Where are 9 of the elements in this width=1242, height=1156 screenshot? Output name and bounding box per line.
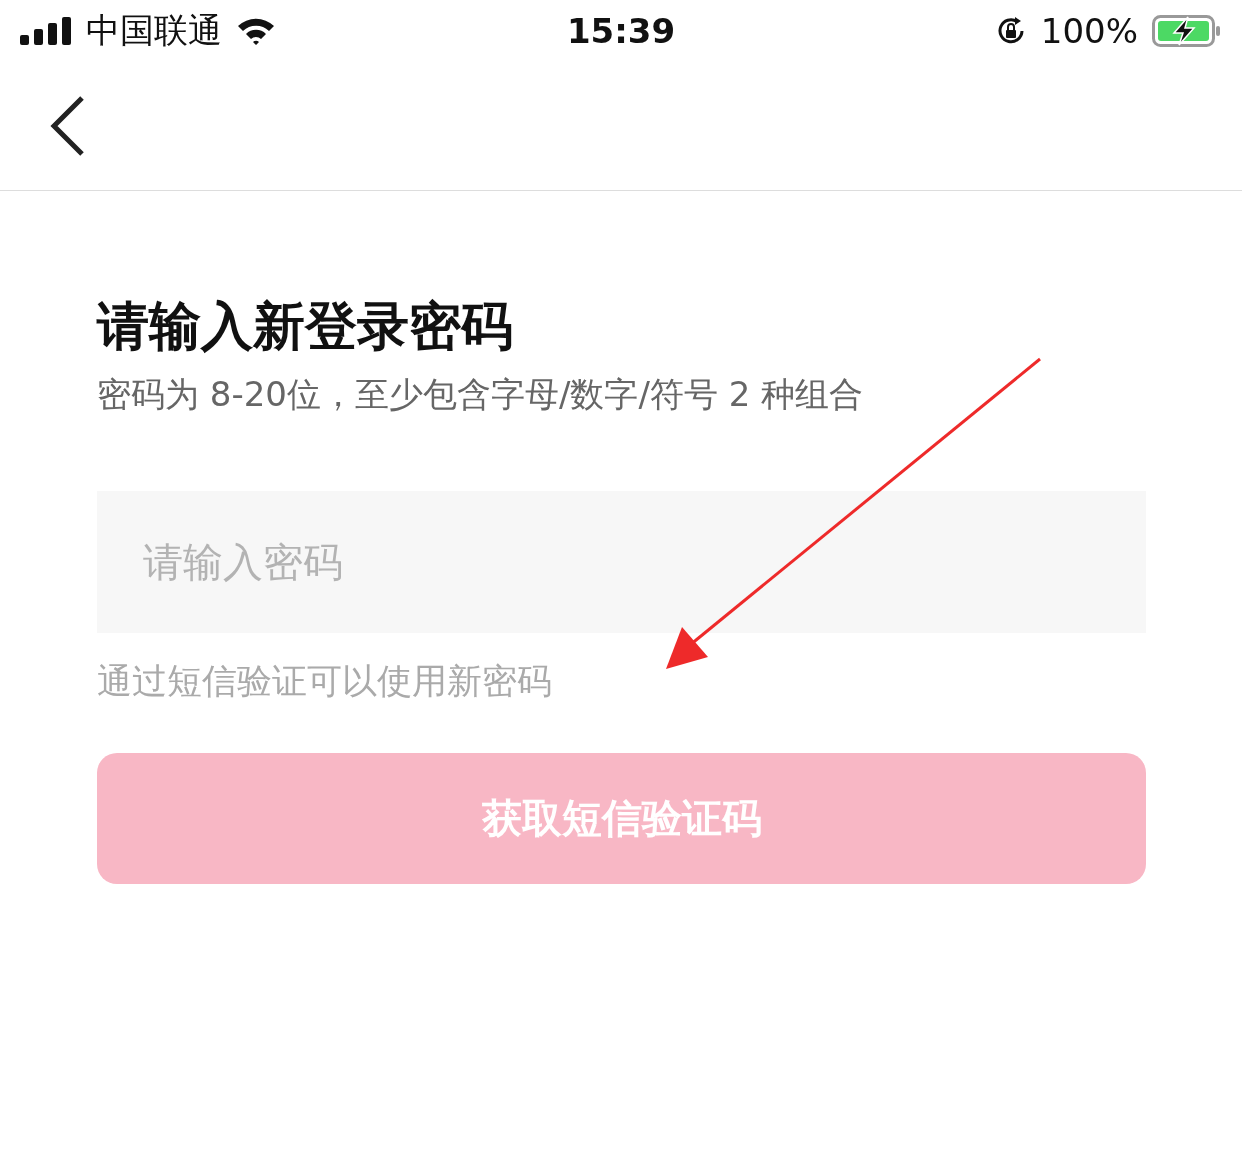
signal-icon	[20, 17, 72, 45]
hint-text: 通过短信验证可以使用新密码	[97, 660, 553, 703]
carrier-name: 中国联通	[86, 9, 222, 52]
password-rule-text: 密码为 8-20位，至少包含字母/数字/符号 2 种组合	[97, 373, 865, 416]
wifi-icon	[236, 16, 276, 46]
battery-percent: 100%	[1040, 11, 1138, 51]
page-title: 请输入新登录密码	[97, 295, 514, 358]
clock-time: 15:39	[566, 11, 676, 51]
password-input-field[interactable]: 请输入密码	[97, 491, 1146, 633]
